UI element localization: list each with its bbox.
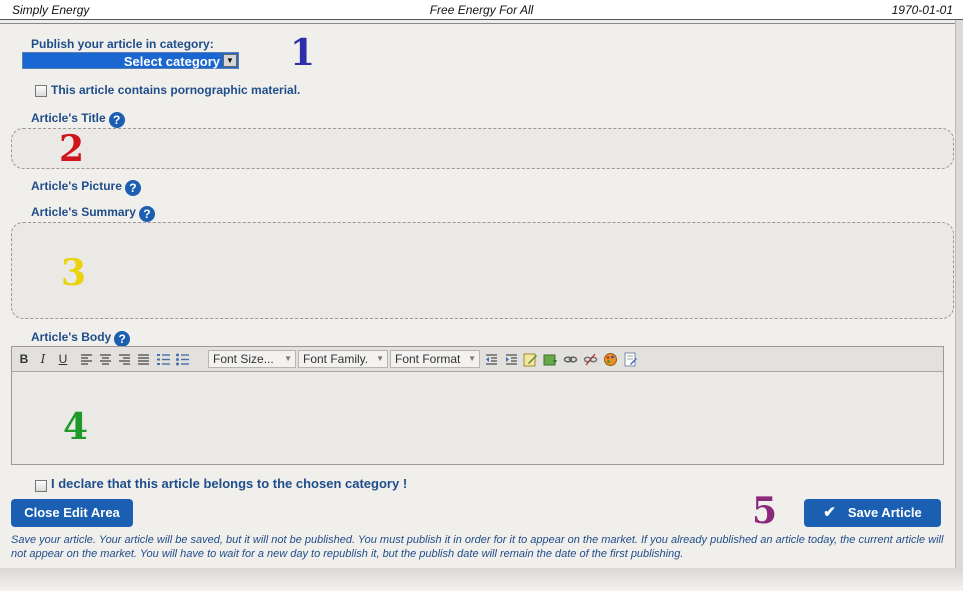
help-icon[interactable]: ? — [108, 112, 125, 128]
save-article-button[interactable]: ✔ Save Article — [804, 499, 941, 527]
chevron-down-icon: ▼ — [468, 354, 476, 363]
summary-field-label: Article's Summary? — [31, 205, 155, 222]
font-size-dropdown[interactable]: Font Size... ▼ — [208, 350, 296, 368]
font-family-dropdown[interactable]: Font Family. ▼ — [298, 350, 388, 368]
chevron-down-icon[interactable]: ▼ — [223, 54, 237, 67]
edit-document-icon[interactable] — [623, 352, 638, 367]
category-label: Publish your article in category: — [31, 37, 214, 51]
font-format-dropdown[interactable]: Font Format ▼ — [390, 350, 480, 368]
declare-category-checkbox[interactable] — [35, 480, 47, 492]
chevron-down-icon: ▼ — [284, 354, 292, 363]
link-icon[interactable] — [563, 352, 578, 367]
summary-label-text: Article's Summary — [31, 205, 136, 219]
annotation-number-2: 2 — [59, 128, 85, 170]
bold-button[interactable]: B — [18, 351, 30, 368]
font-family-value: Font Family. — [303, 352, 369, 366]
header-date: 1970-01-01 — [891, 3, 953, 17]
edit-html-icon[interactable] — [523, 352, 538, 367]
title-input[interactable] — [11, 128, 954, 169]
save-article-label: Save Article — [847, 505, 922, 520]
unlink-icon[interactable] — [583, 352, 598, 367]
annotation-number-5: 5 — [752, 490, 778, 532]
summary-input[interactable] — [11, 222, 954, 319]
indent-icon[interactable] — [504, 352, 519, 367]
save-help-text: Save your article. Your article will be … — [11, 534, 944, 560]
checkmark-icon: ✔ — [823, 504, 836, 521]
close-edit-area-button[interactable]: Close Edit Area — [11, 499, 133, 527]
picture-label-text: Article's Picture — [31, 179, 122, 193]
category-select[interactable]: Select category ▼ — [22, 52, 239, 69]
ordered-list-icon[interactable] — [156, 352, 171, 367]
body-rich-text-editor[interactable]: B I U Font Size... ▼ Font Family. ▼ Font F… — [11, 346, 944, 465]
title-field-label: Article's Title? — [31, 111, 125, 128]
underline-button[interactable]: U — [57, 351, 69, 368]
declare-category-label: I declare that this article belongs to t… — [51, 476, 408, 491]
pornographic-material-label: This article contains pornographic mater… — [51, 83, 301, 97]
align-right-icon[interactable] — [117, 352, 132, 367]
align-left-icon[interactable] — [79, 352, 94, 367]
help-icon[interactable]: ? — [138, 206, 155, 222]
help-icon[interactable]: ? — [114, 331, 131, 347]
annotation-number-3: 3 — [61, 252, 87, 294]
italic-button[interactable]: I — [38, 351, 48, 368]
body-field-label: Article's Body? — [31, 330, 131, 347]
body-label-text: Article's Body — [31, 330, 112, 344]
category-select-value: Select category — [123, 54, 220, 69]
header-bar: Simply Energy Free Energy For All 1970-0… — [0, 0, 963, 20]
font-format-value: Font Format — [395, 352, 461, 366]
picture-field-label: Article's Picture? — [31, 179, 141, 196]
annotation-number-4: 4 — [63, 406, 89, 448]
align-justify-icon[interactable] — [136, 352, 151, 367]
insert-image-icon[interactable] — [543, 352, 558, 367]
scrollbar-edge[interactable] — [955, 20, 963, 572]
align-center-icon[interactable] — [98, 352, 113, 367]
pornographic-material-checkbox[interactable] — [35, 85, 47, 97]
outdent-icon[interactable] — [484, 352, 499, 367]
annotation-number-1: 1 — [290, 32, 316, 74]
font-size-value: Font Size... — [213, 352, 274, 366]
page-bottom-band — [0, 568, 963, 591]
color-palette-icon[interactable] — [603, 352, 618, 367]
page: Simply Energy Free Energy For All 1970-0… — [0, 0, 963, 591]
unordered-list-icon[interactable] — [175, 352, 190, 367]
chevron-down-icon: ▼ — [376, 354, 384, 363]
editor-toolbar: B I U Font Size... ▼ Font Family. ▼ Font F… — [12, 347, 943, 372]
help-icon[interactable]: ? — [124, 180, 141, 196]
title-label-text: Article's Title — [31, 111, 106, 125]
site-slogan: Free Energy For All — [429, 3, 534, 17]
